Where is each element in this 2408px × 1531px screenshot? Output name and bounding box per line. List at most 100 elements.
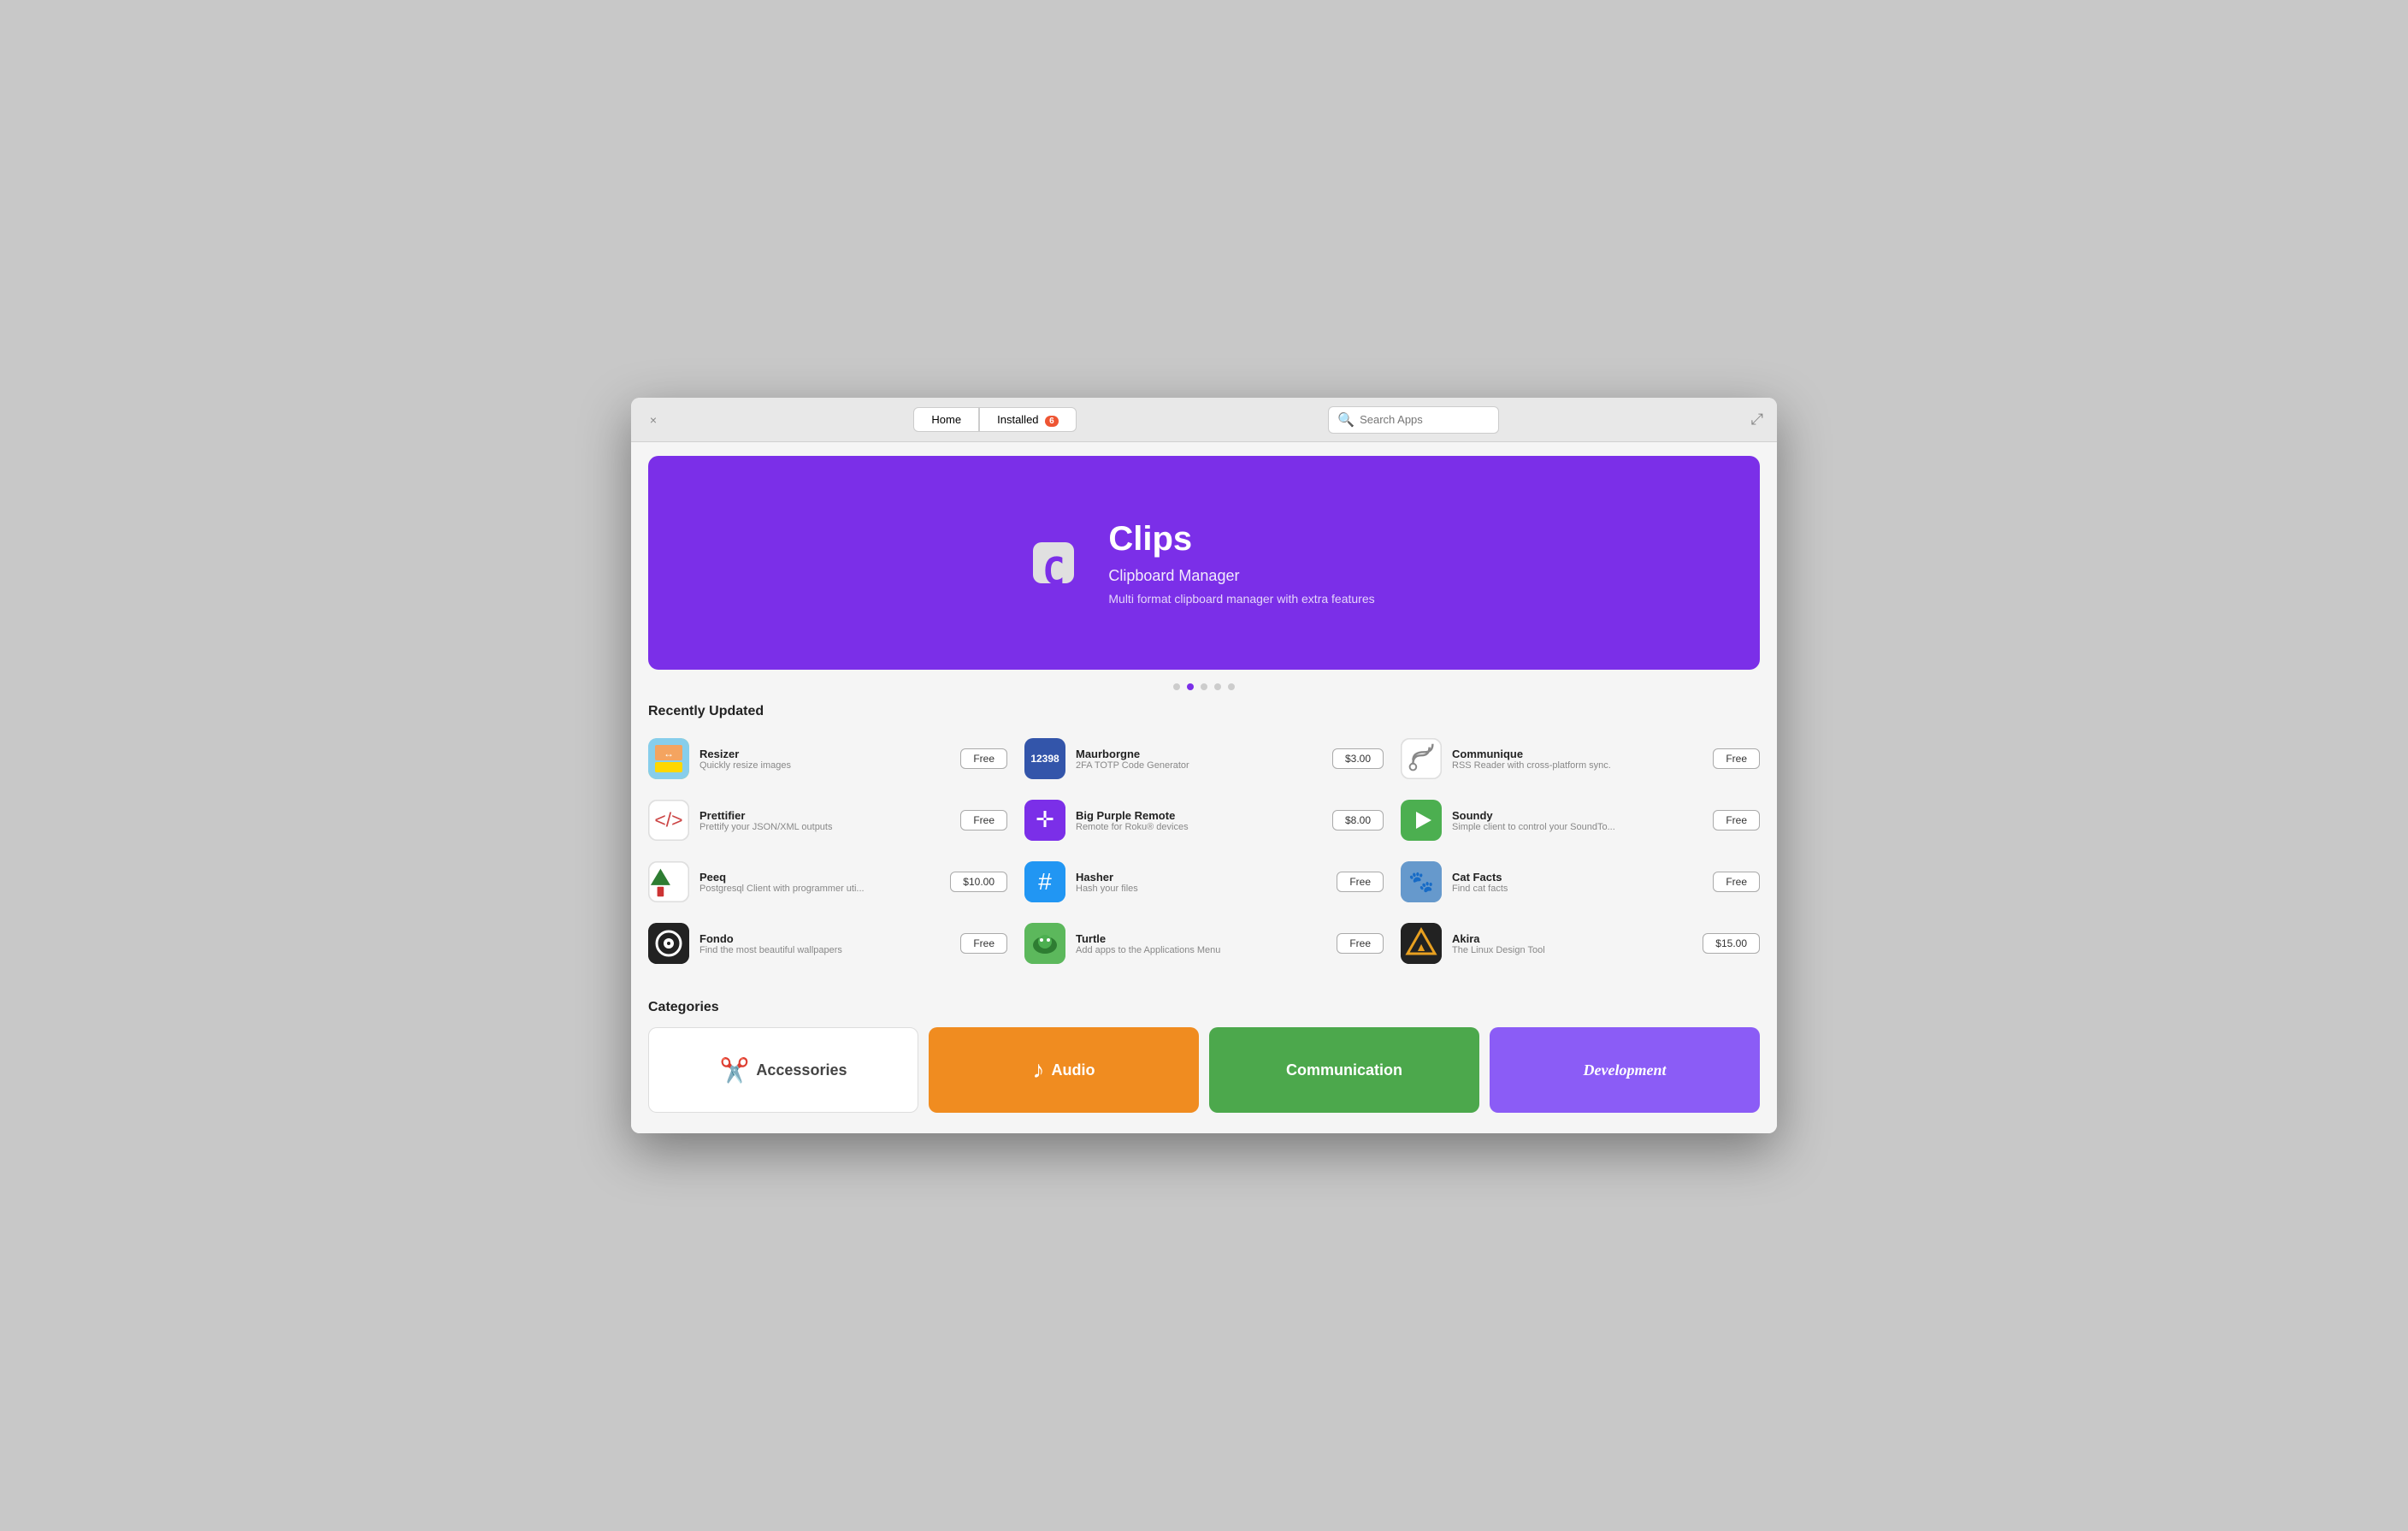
app-price-button[interactable]: Free — [1713, 810, 1760, 831]
app-icon-hasher: # — [1024, 861, 1065, 902]
hero-app-category: Clipboard Manager — [1108, 567, 1374, 585]
app-price-button[interactable]: $3.00 — [1332, 748, 1384, 769]
list-item: </> Prettifier Prettify your JSON/XML ou… — [648, 795, 1007, 846]
list-item: 🐾 Cat Facts Find cat facts Free — [1401, 856, 1760, 907]
app-icon-turtle — [1024, 923, 1065, 964]
app-price-button[interactable]: Free — [960, 933, 1007, 954]
app-price-button[interactable]: Free — [1713, 748, 1760, 769]
app-name: Fondo — [699, 932, 950, 945]
carousel-dots — [631, 683, 1777, 690]
categories-section: Categories ✂️ Accessories ♪ Audio Commun… — [631, 986, 1777, 1113]
app-info: Peeq Postgresql Client with programmer u… — [699, 871, 940, 894]
app-price-button[interactable]: $8.00 — [1332, 810, 1384, 831]
app-desc: Remote for Roku® devices — [1076, 822, 1322, 832]
category-audio[interactable]: ♪ Audio — [929, 1027, 1199, 1113]
app-desc: Add apps to the Applications Menu — [1076, 945, 1326, 955]
recently-updated-title: Recently Updated — [648, 704, 1760, 719]
main-content: ^ C Clips Clipboard Manager Multi format… — [631, 442, 1777, 1133]
app-name: Cat Facts — [1452, 871, 1703, 884]
svg-text:🐾: 🐾 — [1408, 871, 1434, 894]
app-name: Communique — [1452, 748, 1703, 760]
app-info: Resizer Quickly resize images — [699, 748, 950, 771]
titlebar: × Home Installed 6 🔍 ⤢ — [631, 398, 1777, 442]
app-name: Peeq — [699, 871, 940, 884]
app-price-button[interactable]: Free — [1337, 933, 1384, 954]
app-icon-akira: ▲ — [1401, 923, 1442, 964]
list-item: ↔ Resizer Quickly resize images Free — [648, 733, 1007, 784]
category-audio-label: Audio — [1052, 1061, 1095, 1079]
app-desc: The Linux Design Tool — [1452, 945, 1692, 955]
svg-text:#: # — [1038, 868, 1052, 895]
search-icon: 🔍 — [1337, 411, 1354, 429]
app-icon-maurborgne: 12398 — [1024, 738, 1065, 779]
app-desc: Simple client to control your SoundTo... — [1452, 822, 1703, 832]
app-price-button[interactable]: Free — [960, 748, 1007, 769]
close-button[interactable]: × — [645, 411, 662, 429]
list-item: Turtle Add apps to the Applications Menu… — [1024, 918, 1384, 969]
app-info: Akira The Linux Design Tool — [1452, 932, 1692, 955]
app-price-button[interactable]: Free — [1713, 872, 1760, 892]
search-box[interactable]: 🔍 — [1328, 406, 1499, 434]
svg-text:✛: ✛ — [1036, 807, 1054, 832]
app-icon-soundy — [1401, 800, 1442, 841]
app-info: Turtle Add apps to the Applications Menu — [1076, 932, 1326, 955]
svg-text:↔: ↔ — [664, 748, 674, 760]
app-price-button[interactable]: $10.00 — [950, 872, 1007, 892]
category-communication[interactable]: Communication — [1209, 1027, 1479, 1113]
app-icon-prettifier: </> — [648, 800, 689, 841]
dot-5[interactable] — [1228, 683, 1235, 690]
app-icon-fondo — [648, 923, 689, 964]
dot-1[interactable] — [1173, 683, 1180, 690]
app-desc: Prettify your JSON/XML outputs — [699, 822, 950, 832]
list-item: Fondo Find the most beautiful wallpapers… — [648, 918, 1007, 969]
app-icon-resizer: ↔ — [648, 738, 689, 779]
recently-updated-section: Recently Updated ↔ Resizer Quick — [631, 704, 1777, 986]
app-name: Akira — [1452, 932, 1692, 945]
list-item: 12398 Maurborgne 2FA TOTP Code Generator… — [1024, 733, 1384, 784]
expand-button[interactable]: ⤢ — [1751, 411, 1763, 429]
app-desc: Postgresql Client with programmer uti... — [699, 884, 940, 894]
category-accessories[interactable]: ✂️ Accessories — [648, 1027, 918, 1113]
hero-text: Clips Clipboard Manager Multi format cli… — [1108, 520, 1374, 606]
category-accessories-label: Accessories — [756, 1061, 847, 1079]
search-input[interactable] — [1360, 413, 1490, 426]
svg-text:</>: </> — [654, 809, 682, 831]
tab-home[interactable]: Home — [913, 407, 979, 432]
list-item: # Hasher Hash your files Free — [1024, 856, 1384, 907]
list-item: Soundy Simple client to control your Sou… — [1401, 795, 1760, 846]
app-icon-catfacts: 🐾 — [1401, 861, 1442, 902]
tab-installed[interactable]: Installed 6 — [979, 407, 1077, 432]
app-name: Soundy — [1452, 809, 1703, 822]
list-item: ▲ Akira The Linux Design Tool $15.00 — [1401, 918, 1760, 969]
app-desc: RSS Reader with cross-platform sync. — [1452, 760, 1703, 771]
app-info: Cat Facts Find cat facts — [1452, 871, 1703, 894]
installed-badge: 6 — [1045, 416, 1059, 427]
app-price-button[interactable]: Free — [1337, 872, 1384, 892]
hero-app-desc: Multi format clipboard manager with extr… — [1108, 592, 1374, 606]
category-development[interactable]: Development — [1490, 1027, 1760, 1113]
app-desc: 2FA TOTP Code Generator — [1076, 760, 1322, 771]
app-name: Big Purple Remote — [1076, 809, 1322, 822]
list-item: Peeq Postgresql Client with programmer u… — [648, 856, 1007, 907]
dot-4[interactable] — [1214, 683, 1221, 690]
app-info: Fondo Find the most beautiful wallpapers — [699, 932, 950, 955]
app-name: Hasher — [1076, 871, 1326, 884]
list-item: ✛ Big Purple Remote Remote for Roku® dev… — [1024, 795, 1384, 846]
dot-2[interactable] — [1187, 683, 1194, 690]
app-desc: Find cat facts — [1452, 884, 1703, 894]
categories-grid: ✂️ Accessories ♪ Audio Communication Dev… — [648, 1027, 1760, 1113]
hero-app-icon: ^ C — [1033, 542, 1074, 583]
app-name: Maurborgne — [1076, 748, 1322, 760]
app-icon-bigpurple: ✛ — [1024, 800, 1065, 841]
dot-3[interactable] — [1201, 683, 1207, 690]
app-info: Communique RSS Reader with cross-platfor… — [1452, 748, 1703, 771]
app-desc: Find the most beautiful wallpapers — [699, 945, 950, 955]
app-name: Resizer — [699, 748, 950, 760]
app-info: Big Purple Remote Remote for Roku® devic… — [1076, 809, 1322, 832]
app-name: Prettifier — [699, 809, 950, 822]
app-price-button[interactable]: $15.00 — [1703, 933, 1760, 954]
hero-banner[interactable]: ^ C Clips Clipboard Manager Multi format… — [648, 456, 1760, 670]
category-development-label: Development — [1584, 1061, 1667, 1079]
app-icon-peeq — [648, 861, 689, 902]
app-price-button[interactable]: Free — [960, 810, 1007, 831]
